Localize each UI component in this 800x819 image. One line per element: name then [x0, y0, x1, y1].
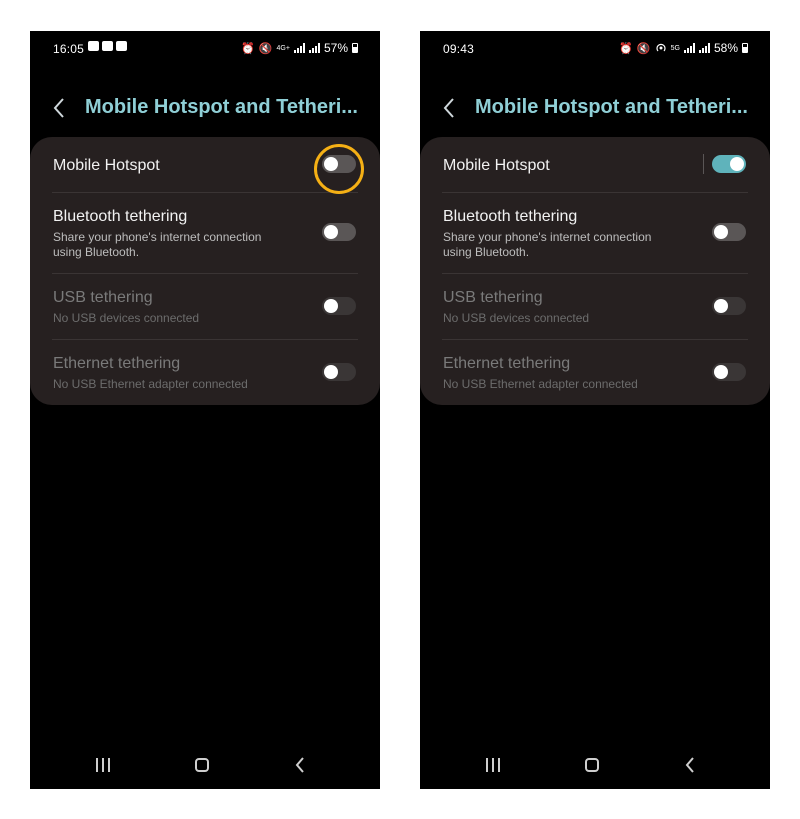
alarm-icon: ⏰: [241, 42, 255, 55]
battery-percent: 58%: [713, 41, 738, 55]
row-title: Bluetooth tethering: [443, 208, 578, 225]
mute-icon: 🔇: [258, 42, 273, 55]
row-usb-tethering: USB tethering No USB devices connected: [30, 274, 380, 339]
row-mobile-hotspot[interactable]: Mobile Hotspot: [420, 137, 770, 192]
bluetooth-tethering-toggle[interactable]: [322, 223, 356, 241]
row-subtitle: No USB devices connected: [53, 311, 200, 325]
notification-icon: [116, 41, 127, 51]
toggle-knob: [714, 299, 728, 313]
phone-screen-left: 16:05 ⏰ 🔇 4G+ 57% Mobile Hotspot and Tet…: [30, 31, 380, 789]
toggle-knob: [324, 365, 338, 379]
battery-percent: 57%: [323, 41, 348, 55]
row-usb-tethering: USB tethering No USB devices connected: [420, 274, 770, 339]
ethernet-tethering-toggle: [712, 363, 746, 381]
row-title: Ethernet tethering: [53, 355, 181, 372]
usb-tethering-toggle: [322, 297, 356, 315]
row-title: Mobile Hotspot: [53, 157, 160, 174]
status-bar: 16:05 ⏰ 🔇 4G+ 57%: [30, 31, 380, 67]
status-bar: 09:43 ⏰ 🔇 5G 58%: [420, 31, 770, 67]
row-subtitle: No USB devices connected: [443, 311, 590, 325]
back-arrow-icon[interactable]: [442, 97, 456, 119]
row-title: Mobile Hotspot: [443, 157, 550, 174]
row-ethernet-tethering: Ethernet tethering No USB Ethernet adapt…: [420, 340, 770, 405]
hotspot-icon: [656, 43, 666, 52]
toggle-knob: [714, 365, 728, 379]
usb-tethering-toggle: [712, 297, 746, 315]
mobile-hotspot-toggle[interactable]: [712, 155, 746, 173]
app-bar: Mobile Hotspot and Tetheri...: [420, 89, 770, 129]
toggle-knob: [324, 299, 338, 313]
row-subtitle: No USB Ethernet adapter connected: [443, 377, 638, 391]
status-right: ⏰ 🔇 5G 58%: [619, 41, 748, 55]
row-subtitle: Share your phone's internet connection u…: [53, 230, 262, 259]
toggle-knob: [324, 225, 338, 239]
status-right: ⏰ 🔇 4G+ 57%: [241, 41, 358, 55]
vertical-separator: [703, 154, 704, 174]
gallery-icon: [102, 41, 113, 51]
navigation-bar: [420, 755, 770, 779]
toggle-knob: [730, 157, 744, 171]
row-title: Ethernet tethering: [443, 355, 571, 372]
page-title: Mobile Hotspot and Tetheri...: [475, 96, 748, 118]
signal-icon-2: [308, 43, 320, 53]
highlight-ring: [314, 144, 364, 194]
nav-back-icon[interactable]: [684, 756, 696, 774]
notification-icons: [88, 41, 127, 51]
row-title: USB tethering: [53, 289, 153, 306]
phone-screen-right: 09:43 ⏰ 🔇 5G 58% Mobile Hotspot and Teth…: [420, 31, 770, 789]
app-bar: Mobile Hotspot and Tetheri...: [30, 89, 380, 129]
status-time: 16:05: [53, 42, 85, 56]
toggle-knob: [714, 225, 728, 239]
home-icon[interactable]: [195, 758, 209, 772]
home-icon[interactable]: [585, 758, 599, 772]
alarm-icon: ⏰: [619, 42, 633, 55]
row-title: Bluetooth tethering: [53, 208, 188, 225]
bluetooth-tethering-toggle[interactable]: [712, 223, 746, 241]
recent-apps-icon[interactable]: [96, 758, 110, 772]
network-type: 5G: [670, 44, 680, 52]
signal-icon: [293, 43, 305, 53]
battery-icon: [352, 43, 358, 53]
ethernet-tethering-toggle: [322, 363, 356, 381]
signal-icon: [683, 43, 695, 53]
network-type: 4G+: [276, 44, 290, 52]
row-ethernet-tethering: Ethernet tethering No USB Ethernet adapt…: [30, 340, 380, 405]
battery-icon: [742, 43, 748, 53]
settings-card: Mobile Hotspot Bluetooth tethering Share…: [420, 137, 770, 405]
navigation-bar: [30, 755, 380, 779]
row-bluetooth-tethering[interactable]: Bluetooth tethering Share your phone's i…: [30, 193, 380, 273]
row-bluetooth-tethering[interactable]: Bluetooth tethering Share your phone's i…: [420, 193, 770, 273]
row-subtitle: No USB Ethernet adapter connected: [53, 377, 248, 391]
nav-back-icon[interactable]: [294, 756, 306, 774]
back-arrow-icon[interactable]: [52, 97, 66, 119]
status-time: 09:43: [443, 42, 475, 56]
signal-icon-2: [698, 43, 710, 53]
recent-apps-icon[interactable]: [486, 758, 500, 772]
row-subtitle: Share your phone's internet connection u…: [443, 230, 652, 259]
page-title: Mobile Hotspot and Tetheri...: [85, 96, 358, 118]
row-title: USB tethering: [443, 289, 543, 306]
mute-icon: 🔇: [636, 42, 651, 55]
notification-icon: [88, 41, 99, 51]
